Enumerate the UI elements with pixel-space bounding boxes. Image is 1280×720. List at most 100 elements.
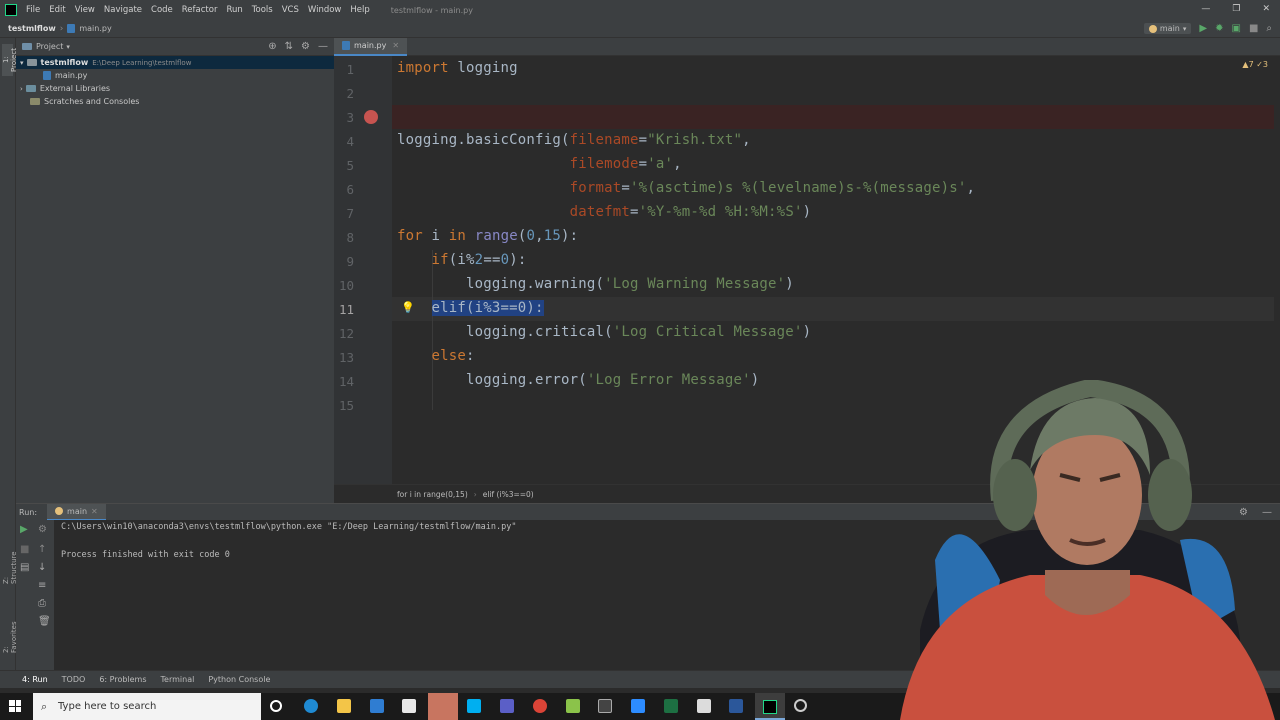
close-tab-icon[interactable]: ✕ (392, 41, 399, 50)
tab-python-console[interactable]: Python Console (208, 675, 270, 684)
menu-item-help[interactable]: Help (350, 5, 369, 15)
pycharm-taskbar-icon[interactable] (755, 693, 785, 720)
tree-item-label: main.py (55, 71, 88, 80)
word-icon[interactable] (729, 699, 743, 713)
tab-problems[interactable]: 6: Problems (99, 675, 146, 684)
favorites-tool-tab[interactable]: 2: Favorites (2, 613, 18, 653)
hide-icon[interactable]: — (318, 41, 328, 52)
menu-item-file[interactable]: File (26, 5, 40, 15)
skype-icon[interactable] (467, 699, 481, 713)
gear-icon[interactable]: ⚙ (301, 41, 310, 52)
obs-icon[interactable] (794, 699, 807, 712)
down-icon[interactable]: ↓ (38, 562, 46, 573)
tab-terminal[interactable]: Terminal (161, 675, 195, 684)
inspection-widget[interactable]: ▲7 ✓3 (1242, 60, 1268, 69)
tree-item-main-py[interactable]: main.py (16, 69, 334, 82)
restore-icon[interactable]: ❐ (1232, 4, 1240, 14)
tree-root[interactable]: ▾ testmlflow E:\Deep Learning\testmlflow (16, 56, 334, 69)
calculator-icon[interactable] (697, 699, 711, 713)
zoom-icon[interactable] (631, 699, 645, 713)
menu-item-edit[interactable]: Edit (49, 5, 65, 15)
line-number: 14 (338, 374, 354, 389)
chevron-right-icon[interactable]: › (20, 85, 23, 93)
code-line: datefmt='%Y-%m-%d %H:%M:%S') (397, 204, 811, 220)
structure-tool-tab[interactable]: Z: Structure (2, 548, 18, 584)
project-tool-tab[interactable]: 1: Project (2, 44, 18, 76)
breakpoint-icon[interactable] (364, 110, 378, 124)
code-token: logging.basicConfig( (397, 132, 570, 148)
line-number: 5 (346, 158, 354, 173)
tab-run[interactable]: 4: Run (22, 675, 48, 684)
code-token: "Krish.txt" (647, 132, 743, 148)
mail-icon[interactable] (370, 699, 384, 713)
terminal-icon[interactable] (598, 699, 612, 713)
project-panel-header: Project ▾ ⊕ ⇅ ⚙ — (16, 38, 334, 56)
collapse-icon[interactable]: ⇅ (285, 41, 293, 52)
chevron-down-icon[interactable]: ▾ (66, 43, 70, 51)
project-panel-title[interactable]: Project (36, 42, 63, 51)
tree-item-scratches[interactable]: Scratches and Consoles (16, 95, 334, 108)
run-config-selector[interactable]: main ▾ (1143, 23, 1192, 34)
code-token: 15 (543, 228, 562, 244)
layout-icon[interactable]: ▤ (20, 562, 29, 573)
rerun-icon[interactable]: ▶ (20, 524, 28, 535)
close-icon[interactable]: ✕ (1262, 4, 1270, 14)
menu-item-refactor[interactable]: Refactor (182, 5, 218, 15)
nav-project[interactable]: testmlflow (8, 24, 56, 33)
settings-icon[interactable]: ⚙ (38, 524, 47, 535)
teams-icon[interactable] (500, 699, 514, 713)
code-token: filename (569, 132, 639, 148)
library-icon (25, 85, 36, 92)
tab-todo[interactable]: TODO (62, 675, 86, 684)
window-title: testmlflow - main.py (390, 5, 473, 15)
stop-icon[interactable]: ■ (20, 544, 29, 555)
taskbar-search[interactable]: ⌕ Type here to search (33, 693, 261, 720)
chrome-icon[interactable] (533, 699, 547, 713)
menu-item-navigate[interactable]: Navigate (104, 5, 142, 15)
menu-item-code[interactable]: Code (151, 5, 173, 15)
print-icon[interactable]: ⎙ (38, 598, 46, 609)
menu-item-tools[interactable]: Tools (252, 5, 273, 15)
code-token: 0 (526, 228, 536, 244)
code-token: 'a' (647, 156, 674, 172)
code-token: datefmt (569, 204, 630, 220)
nav-file[interactable]: main.py (79, 24, 111, 33)
breadcrumb-item[interactable]: elif (i%3==0) (483, 490, 534, 499)
code-token: = (638, 156, 648, 172)
debug-icon[interactable]: ✹ (1215, 23, 1223, 34)
tab-main-py[interactable]: main.py ✕ (334, 37, 408, 56)
stop-icon[interactable]: ■ (1249, 23, 1258, 34)
active-app-icon[interactable] (428, 693, 458, 720)
chevron-down-icon[interactable]: ▾ (20, 59, 24, 67)
search-icon[interactable]: ⌕ (1266, 23, 1272, 34)
menu-item-view[interactable]: View (75, 5, 95, 15)
menu-item-vcs[interactable]: VCS (282, 5, 299, 15)
file-explorer-icon[interactable] (337, 699, 351, 713)
pycharm-logo-icon (5, 4, 17, 16)
windows-start-icon[interactable] (9, 700, 21, 712)
notepad-icon[interactable] (566, 699, 580, 713)
menu-item-window[interactable]: Window (308, 5, 342, 15)
soft-wrap-icon[interactable]: ≡ (38, 580, 46, 591)
menu-item-run[interactable]: Run (226, 5, 242, 15)
coverage-icon[interactable]: ▣ (1231, 23, 1240, 34)
line-number: 2 (346, 86, 354, 101)
minimize-icon[interactable]: — (1201, 4, 1210, 14)
trash-icon[interactable]: 🗑 (38, 616, 51, 627)
up-icon[interactable]: ↑ (38, 544, 46, 555)
edge-icon[interactable] (304, 699, 318, 713)
breadcrumb-item[interactable]: for i in range(0,15) (397, 490, 468, 499)
tree-item-external-libraries[interactable]: › External Libraries (16, 82, 334, 95)
python-icon (55, 507, 64, 515)
run-icon[interactable]: ▶ (1199, 23, 1207, 34)
store-icon[interactable] (402, 699, 416, 713)
close-tab-icon[interactable]: ✕ (91, 507, 98, 516)
line-number: 6 (346, 182, 354, 197)
code-line: logging.warning('Log Warning Message') (397, 276, 794, 292)
cortana-icon[interactable] (270, 700, 282, 712)
run-tab-main[interactable]: main ✕ (47, 503, 106, 521)
locate-icon[interactable]: ⊕ (268, 41, 276, 52)
excel-icon[interactable] (664, 699, 678, 713)
